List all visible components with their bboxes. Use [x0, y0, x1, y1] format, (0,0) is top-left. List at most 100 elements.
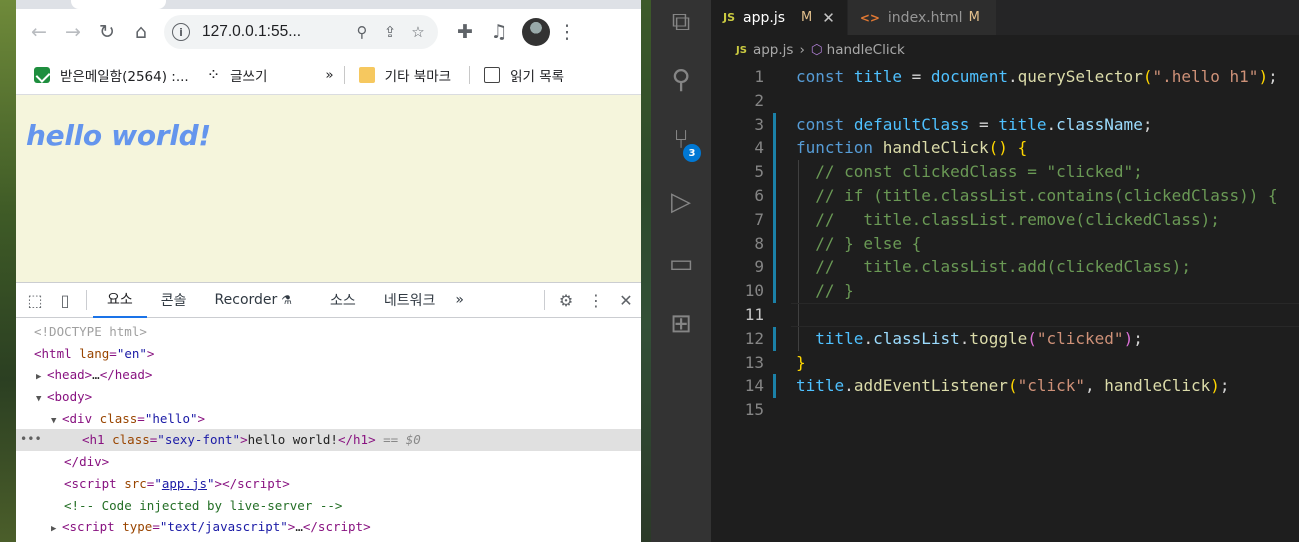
- back-arrow-icon[interactable]: ←: [22, 15, 56, 49]
- tab-app-js[interactable]: JS app.js M ✕: [711, 0, 848, 35]
- dom-node-comment[interactable]: <!-- Code injected by live-server -->: [16, 495, 641, 517]
- git-modified-gutter[interactable]: [773, 160, 776, 184]
- profile-avatar[interactable]: [522, 18, 550, 46]
- forward-arrow-icon[interactable]: →: [56, 15, 90, 49]
- attr-value: "sexy-font": [157, 432, 241, 448]
- code-line[interactable]: 9 // title.classList.add(clickedClass);: [711, 255, 1299, 280]
- zoom-icon[interactable]: ⚲: [350, 23, 374, 41]
- url-text[interactable]: 127.0.0.1:55...: [202, 23, 346, 41]
- git-modified-gutter[interactable]: [773, 231, 776, 256]
- home-icon[interactable]: ⌂: [124, 15, 158, 49]
- bookmark-reading-list[interactable]: 읽기 목록: [484, 65, 564, 85]
- tab-console[interactable]: 콘솔: [147, 283, 201, 318]
- tag-name: div: [69, 410, 93, 426]
- script-src-link[interactable]: app.js: [162, 476, 207, 491]
- git-modified-gutter[interactable]: [773, 279, 776, 303]
- code-line[interactable]: 10 // }: [711, 279, 1299, 303]
- explorer-files-icon[interactable]: ⧉: [665, 6, 697, 38]
- extensions-icon[interactable]: ⊞: [665, 308, 697, 340]
- git-modified-gutter[interactable]: [773, 255, 776, 280]
- comment-text: <!-- Code injected by live-server -->: [64, 497, 343, 513]
- git-modified-gutter[interactable]: [773, 183, 776, 208]
- devtools-toolbar: ⬚ ▯ 요소 콘솔 Recorder ⚗ 소스 네트워크 » ⚙ ⋮ ✕: [16, 283, 641, 318]
- git-modified-gutter[interactable]: [773, 374, 776, 399]
- node-actions-ellipsis-icon[interactable]: •••: [20, 429, 42, 451]
- code-line[interactable]: 13}: [711, 351, 1299, 375]
- settings-gear-icon[interactable]: ⚙: [551, 283, 581, 318]
- code-line[interactable]: 2: [711, 89, 1299, 113]
- inspect-element-icon[interactable]: ⬚: [20, 283, 50, 318]
- breadcrumb-symbol[interactable]: handleClick: [827, 42, 905, 58]
- reading-list-icon: [484, 66, 501, 83]
- code-line[interactable]: 14 title.addEventListener("click", handle…: [711, 374, 1299, 399]
- media-control-icon[interactable]: ♫: [482, 15, 516, 49]
- dom-node-h1-selected[interactable]: ••• <h1 class="sexy-font">hello world!</h…: [16, 429, 641, 452]
- bookmark-label: 읽기 목록: [510, 68, 565, 85]
- dom-node-body[interactable]: ▼ <body>: [16, 386, 641, 408]
- dom-node-script-inline[interactable]: ▶ <script type="text/javascript">…</scrip…: [16, 516, 641, 538]
- site-info-icon[interactable]: i: [172, 23, 190, 41]
- attr-name: lang: [79, 345, 110, 361]
- search-icon[interactable]: ⚲: [665, 64, 697, 96]
- device-toggle-icon[interactable]: ▯: [50, 283, 80, 318]
- dom-node-div[interactable]: ▼ <div class="hello">: [16, 408, 641, 430]
- bookmark-star-icon[interactable]: ☆: [406, 23, 430, 41]
- tab-recorder[interactable]: Recorder ⚗: [201, 283, 307, 318]
- dom-node-script[interactable]: <script src="app.js"></script>: [16, 473, 641, 495]
- active-tab[interactable]: [71, 0, 166, 9]
- dom-node-doctype[interactable]: <!DOCTYPE html>: [16, 321, 641, 343]
- breadcrumb-file[interactable]: app.js: [753, 42, 794, 58]
- code-line[interactable]: 8 // } else {: [711, 231, 1299, 256]
- bookmarks-bar: 받은메일함(2564) :... ⁘ 글쓰기 » 기타 북마크 읽기 목록: [16, 55, 641, 95]
- code-line[interactable]: 5 // const clickedClass = "clicked";: [711, 160, 1299, 184]
- line-number: 4: [754, 138, 764, 158]
- git-modified-gutter[interactable]: [773, 326, 776, 351]
- chevron-right-icon: ›: [799, 42, 805, 58]
- bookmark-write[interactable]: ⁘ 글쓰기: [207, 65, 268, 85]
- reload-icon[interactable]: ↻: [90, 15, 124, 49]
- tab-network[interactable]: 네트워크: [370, 283, 450, 318]
- code-line[interactable]: 15: [711, 398, 1299, 422]
- devtools-actions: ⚙ ⋮ ✕: [538, 283, 641, 318]
- attr-value: "en": [116, 345, 147, 361]
- code-line[interactable]: 12 title.classList.toggle("clicked");: [711, 326, 1299, 351]
- code-line[interactable]: 3 const defaultClass = title.className;: [711, 112, 1299, 137]
- tab-recorder-label: Recorder: [214, 292, 278, 308]
- code-line[interactable]: 6 // if (title.classList.contains(clicke…: [711, 183, 1299, 208]
- address-bar[interactable]: i 127.0.0.1:55... ⚲ ⇪ ☆: [164, 15, 438, 49]
- dom-node-head[interactable]: ▶ <head>…</head>: [16, 364, 641, 386]
- run-debug-icon[interactable]: ▷: [665, 186, 697, 218]
- tag-name: h1: [353, 432, 369, 448]
- remote-explorer-icon[interactable]: ▭: [665, 248, 697, 280]
- tag-name: h1: [89, 432, 105, 448]
- extensions-icon[interactable]: ✚: [448, 15, 482, 49]
- tab-index-html[interactable]: <> index.html M: [847, 0, 997, 35]
- bookmark-mail[interactable]: 받은메일함(2564) :...: [34, 65, 189, 85]
- expand-triangle-icon[interactable]: ▶: [51, 519, 62, 541]
- code-line-current[interactable]: 11: [711, 302, 1299, 327]
- code-line[interactable]: 1 const title = document.querySelector(".…: [711, 65, 1299, 89]
- git-modified-gutter[interactable]: [773, 207, 776, 232]
- tag-name: div: [79, 454, 102, 470]
- tab-elements[interactable]: 요소: [93, 283, 147, 318]
- git-modified-gutter[interactable]: [773, 112, 776, 137]
- overflow-chevron-icon: »: [325, 66, 334, 83]
- code-line[interactable]: 4 function handleClick() {: [711, 136, 1299, 161]
- git-modified-gutter[interactable]: [773, 136, 776, 161]
- more-tabs-chevron-icon[interactable]: »: [449, 283, 470, 318]
- line-number: 8: [754, 233, 764, 253]
- bookmarks-overflow-button[interactable]: »: [325, 67, 333, 83]
- bookmark-other[interactable]: 기타 북마크: [358, 65, 451, 85]
- dom-node-div-close[interactable]: </div>: [16, 451, 641, 473]
- code-editor[interactable]: 1 const title = document.querySelector(".…: [711, 65, 1299, 422]
- share-icon[interactable]: ⇪: [378, 23, 402, 41]
- page-heading[interactable]: hello world!: [26, 119, 631, 152]
- close-tab-icon[interactable]: ✕: [822, 9, 835, 27]
- code-line[interactable]: 7 // title.classList.remove(clickedClass…: [711, 207, 1299, 232]
- tab-sources[interactable]: 소스: [306, 283, 370, 318]
- devtools-menu-kebab-icon[interactable]: ⋮: [581, 283, 611, 318]
- dom-node-html[interactable]: <html lang="en">: [16, 343, 641, 365]
- menu-kebab-icon[interactable]: ⋮: [550, 15, 584, 49]
- close-devtools-icon[interactable]: ✕: [611, 283, 641, 318]
- browser-toolbar: ← → ↻ ⌂ i 127.0.0.1:55... ⚲ ⇪ ☆ ✚ ♫ ⋮: [16, 9, 641, 55]
